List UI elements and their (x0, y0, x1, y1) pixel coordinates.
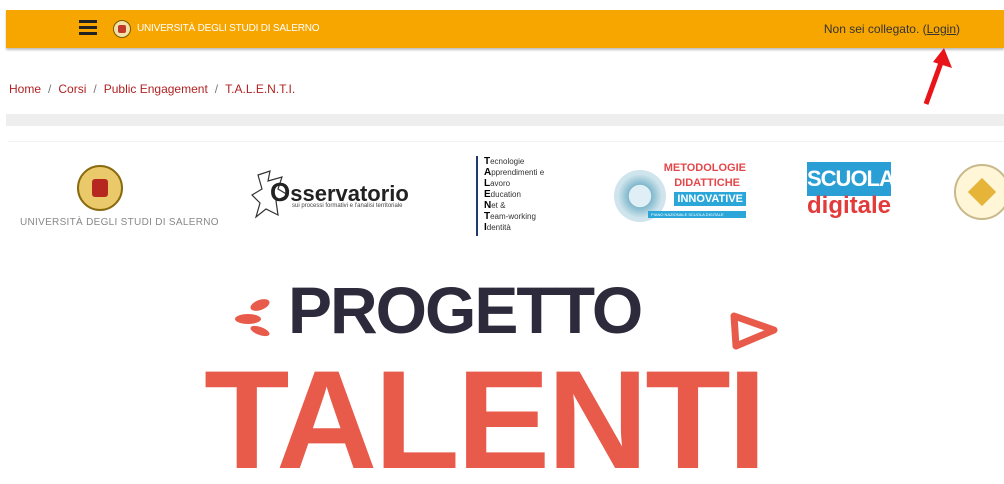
university-logo-icon[interactable] (113, 20, 131, 38)
breadcrumb-corsi[interactable]: Corsi (58, 82, 86, 96)
talenti-acronym-logo: Tecnologie Apprendimenti e Lavoro Educat… (476, 156, 574, 236)
unisa-logo: UNIVERSITÀ DEGLI STUDI DI SALERNO (20, 165, 219, 231)
metodologie-didattiche-logo: METODOLOGIE DIDATTICHE INNOVATIVE PIANO … (612, 162, 747, 228)
poster-title-progetto: PROGETTO (288, 273, 643, 347)
unisa-seal-icon (77, 165, 123, 211)
red-arrow-annotation (923, 48, 952, 105)
menu-icon[interactable] (79, 20, 97, 36)
splash-decoration-icon (235, 299, 270, 337)
poster-title-talenti: TALENTI (204, 341, 767, 484)
scuola-digitale-logo: SCUOLA digitale (807, 162, 895, 226)
top-navbar: UNIVERSITÀ DEGLI STUDI DI SALERNO Non se… (6, 10, 1004, 48)
breadcrumb-talenti[interactable]: T.A.L.E.N.T.I. (225, 82, 295, 96)
partner-logos: UNIVERSITÀ DEGLI STUDI DI SALERNO Osserv… (8, 142, 1004, 242)
compass-rose-logo (954, 164, 1004, 220)
breadcrumb-home[interactable]: Home (9, 82, 41, 96)
breadcrumb: Home / Corsi / Public Engagement / T.A.L.E.N.T… (9, 82, 296, 96)
osservatorio-logo: Osservatorio sui processi formativi e l'… (248, 165, 409, 225)
course-banner: UNIVERSITÀ DEGLI STUDI DI SALERNO Osserv… (8, 141, 1004, 484)
login-link[interactable]: Login (927, 22, 956, 36)
site-name-link[interactable]: UNIVERSITÀ DEGLI STUDI DI SALERNO (137, 23, 320, 34)
login-status: Non sei collegato. (Login) (823, 22, 960, 36)
separator-bar (6, 114, 1004, 126)
breadcrumb-public-engagement[interactable]: Public Engagement (104, 82, 208, 96)
